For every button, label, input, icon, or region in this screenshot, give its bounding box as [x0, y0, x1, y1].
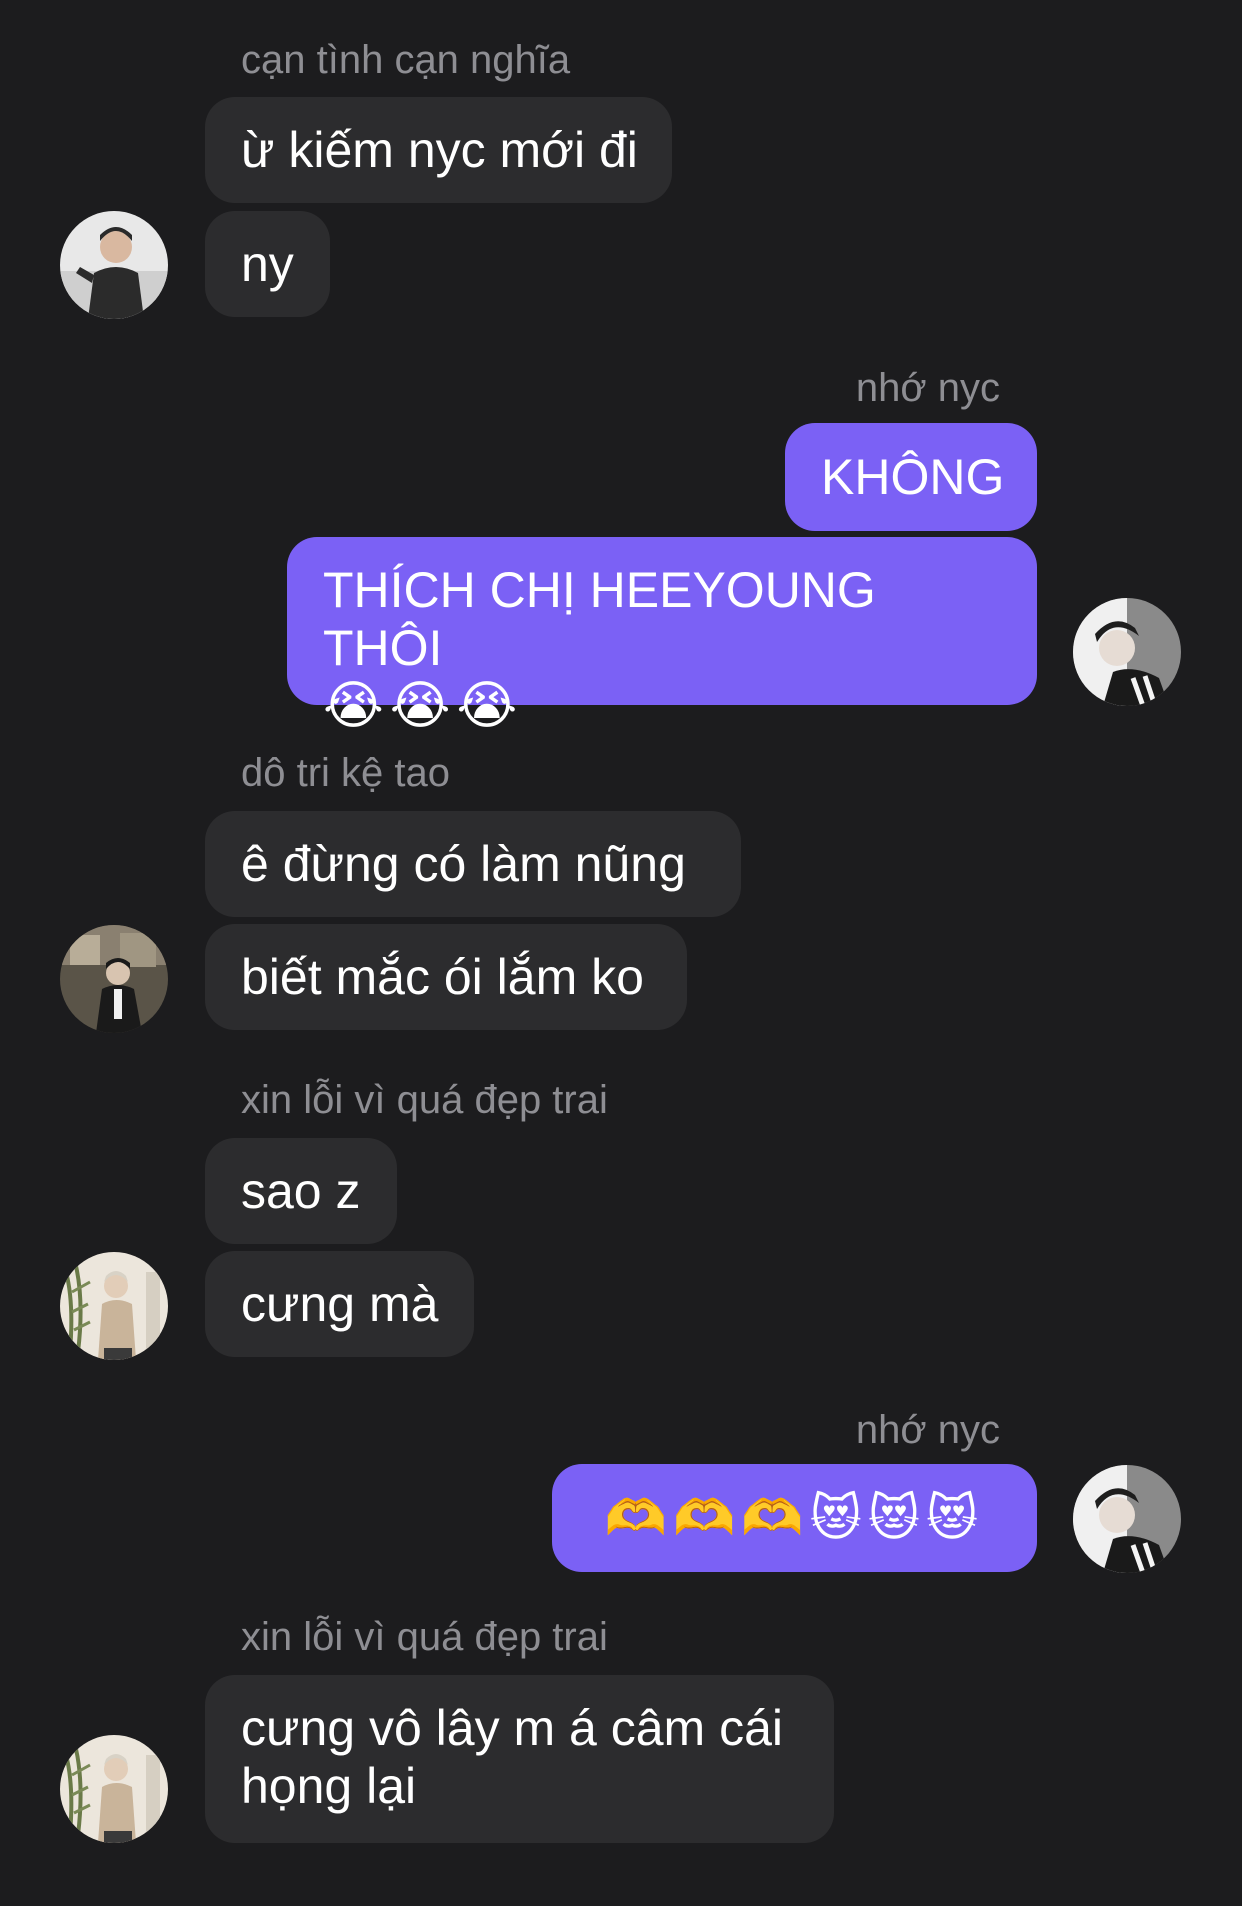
message-bubble[interactable]: cưng vô lây m á câm cái họng lại	[205, 1675, 834, 1843]
avatar[interactable]	[60, 925, 168, 1033]
sender-name: xin lỗi vì quá đẹp trai	[241, 1078, 608, 1122]
message-bubble[interactable]: KHÔNG	[785, 423, 1037, 531]
message-emoji: 😭😭😭	[323, 676, 524, 736]
chat-thread: cạn tình cạn nghĩa ừ kiếm nyc mới đi ny …	[0, 0, 1242, 1906]
sender-name: xin lỗi vì quá đẹp trai	[241, 1615, 608, 1659]
avatar-user-icon	[1073, 598, 1181, 706]
message-bubble[interactable]: THÍCH CHỊ HEEYOUNG THÔI 😭😭😭	[287, 537, 1037, 735]
message-bubble[interactable]: sao z	[205, 1138, 397, 1244]
message-bubble[interactable]: ừ kiếm nyc mới đi	[205, 97, 672, 203]
message-bubble[interactable]: biết mắc ói lắm ko	[205, 924, 687, 1030]
avatar-user-icon	[60, 1252, 168, 1360]
avatar-user-icon	[60, 211, 168, 319]
message-bubble[interactable]: ê đừng có làm nũng	[205, 811, 741, 917]
message-bubble[interactable]: cưng mà	[205, 1251, 474, 1357]
message-bubble[interactable]: 🫶🫶🫶😻😻😻	[552, 1464, 1037, 1572]
avatar[interactable]	[60, 1735, 168, 1843]
avatar-user-icon	[60, 1735, 168, 1843]
avatar-user-icon	[60, 925, 168, 1033]
avatar[interactable]	[60, 211, 168, 319]
sender-name: cạn tình cạn nghĩa	[241, 38, 571, 82]
avatar-user-icon	[1073, 1465, 1181, 1573]
sender-name: dô tri kệ tao	[241, 751, 451, 795]
message-text: THÍCH CHỊ HEEYOUNG THÔI	[323, 562, 876, 676]
sender-name: nhớ nyc	[855, 366, 1000, 410]
avatar[interactable]	[1073, 598, 1181, 706]
avatar[interactable]	[60, 1252, 168, 1360]
sender-name: nhớ nyc	[855, 1408, 1000, 1452]
message-bubble[interactable]: ny	[205, 211, 330, 317]
avatar[interactable]	[1073, 1465, 1181, 1573]
